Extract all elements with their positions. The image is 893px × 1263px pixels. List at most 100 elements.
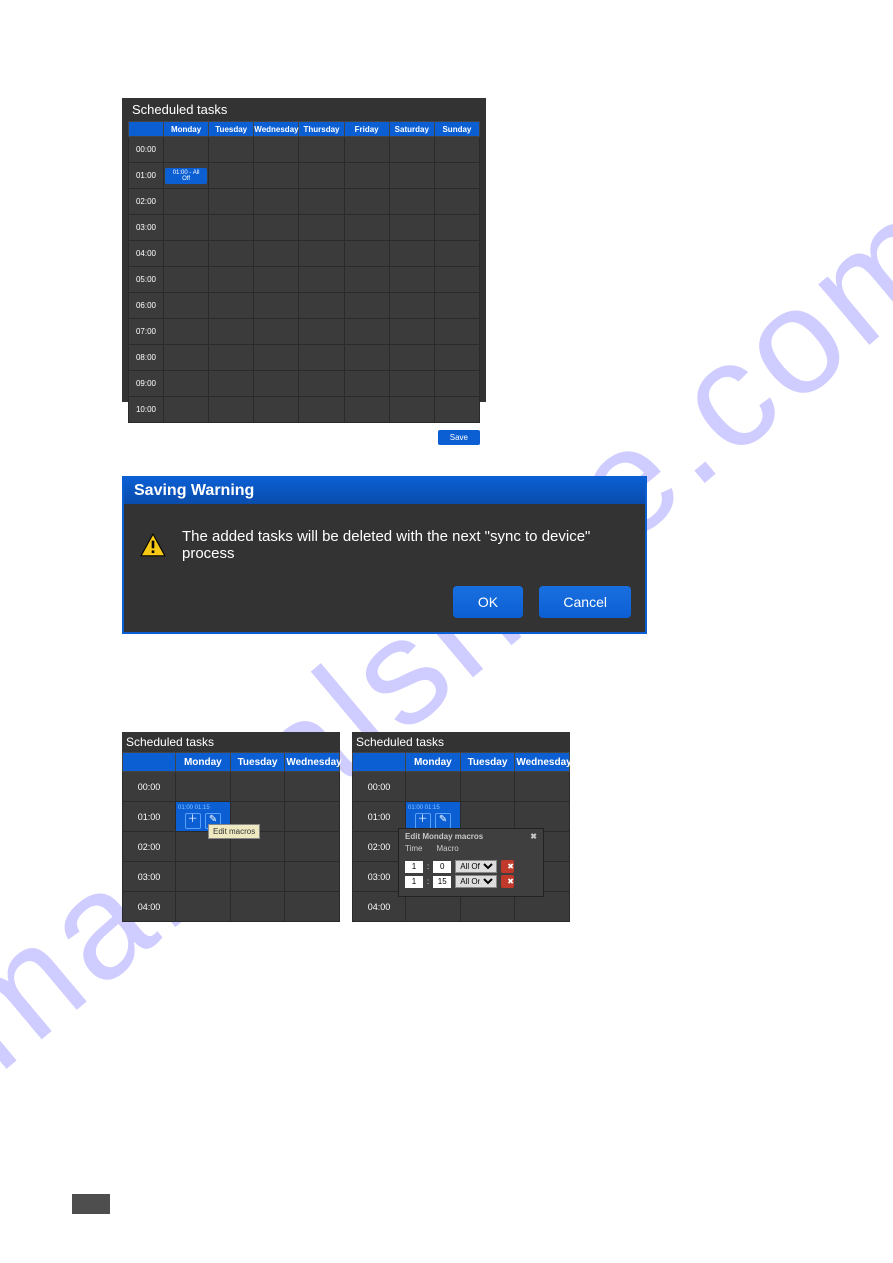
schedule-cell[interactable] bbox=[434, 397, 479, 423]
schedule-cell[interactable] bbox=[299, 397, 344, 423]
macro-select[interactable]: All Off bbox=[455, 860, 497, 873]
schedule-cell[interactable] bbox=[164, 189, 209, 215]
schedule-cell[interactable] bbox=[344, 215, 389, 241]
schedule-cell[interactable] bbox=[434, 215, 479, 241]
schedule-cell[interactable] bbox=[460, 802, 515, 832]
schedule-cell[interactable] bbox=[164, 293, 209, 319]
schedule-cell[interactable] bbox=[344, 397, 389, 423]
schedule-cell[interactable] bbox=[209, 267, 254, 293]
hour-input[interactable] bbox=[405, 861, 423, 873]
schedule-cell[interactable] bbox=[254, 267, 299, 293]
schedule-cell[interactable] bbox=[299, 267, 344, 293]
schedule-cell[interactable] bbox=[164, 397, 209, 423]
schedule-cell[interactable] bbox=[176, 892, 231, 922]
schedule-cell[interactable] bbox=[254, 163, 299, 189]
schedule-cell[interactable] bbox=[389, 397, 434, 423]
schedule-cell[interactable] bbox=[389, 345, 434, 371]
schedule-cell[interactable] bbox=[344, 345, 389, 371]
schedule-cell[interactable] bbox=[344, 319, 389, 345]
minute-input[interactable] bbox=[433, 876, 451, 888]
save-button[interactable]: Save bbox=[438, 430, 480, 445]
schedule-cell[interactable] bbox=[254, 241, 299, 267]
schedule-cell[interactable] bbox=[389, 319, 434, 345]
schedule-cell[interactable] bbox=[299, 137, 344, 163]
schedule-cell[interactable] bbox=[254, 293, 299, 319]
schedule-cell[interactable] bbox=[299, 319, 344, 345]
close-icon[interactable]: ✖ bbox=[530, 832, 537, 841]
schedule-cell[interactable] bbox=[389, 371, 434, 397]
schedule-cell[interactable] bbox=[254, 345, 299, 371]
schedule-cell[interactable] bbox=[434, 163, 479, 189]
schedule-cell[interactable] bbox=[344, 293, 389, 319]
schedule-cell[interactable] bbox=[254, 137, 299, 163]
schedule-cell[interactable] bbox=[299, 345, 344, 371]
schedule-cell[interactable] bbox=[389, 215, 434, 241]
schedule-cell[interactable] bbox=[285, 802, 340, 832]
delete-row-icon[interactable]: ✖ bbox=[501, 875, 514, 888]
schedule-cell[interactable] bbox=[434, 241, 479, 267]
schedule-cell[interactable] bbox=[176, 862, 231, 892]
schedule-cell[interactable] bbox=[389, 189, 434, 215]
schedule-cell[interactable] bbox=[389, 137, 434, 163]
schedule-cell[interactable] bbox=[285, 772, 340, 802]
schedule-cell[interactable] bbox=[230, 862, 285, 892]
schedule-cell[interactable] bbox=[434, 293, 479, 319]
schedule-cell[interactable] bbox=[254, 215, 299, 241]
task-cell-active[interactable]: 01:00 01:15 ＋ ✎ bbox=[406, 802, 461, 832]
schedule-cell[interactable] bbox=[460, 772, 515, 802]
schedule-cell[interactable] bbox=[299, 371, 344, 397]
schedule-cell[interactable] bbox=[209, 163, 254, 189]
schedule-cell[interactable] bbox=[209, 215, 254, 241]
schedule-cell[interactable] bbox=[434, 371, 479, 397]
schedule-cell[interactable] bbox=[344, 137, 389, 163]
schedule-cell[interactable] bbox=[285, 832, 340, 862]
task-event[interactable]: 01:00 - All Off bbox=[165, 168, 207, 184]
schedule-cell[interactable] bbox=[389, 293, 434, 319]
schedule-cell[interactable] bbox=[515, 772, 570, 802]
schedule-cell[interactable] bbox=[299, 241, 344, 267]
schedule-cell[interactable] bbox=[209, 189, 254, 215]
schedule-cell[interactable] bbox=[164, 267, 209, 293]
schedule-cell[interactable] bbox=[164, 241, 209, 267]
schedule-cell[interactable] bbox=[254, 397, 299, 423]
schedule-cell[interactable] bbox=[164, 345, 209, 371]
schedule-cell[interactable] bbox=[230, 772, 285, 802]
schedule-cell[interactable] bbox=[209, 397, 254, 423]
schedule-cell[interactable] bbox=[389, 267, 434, 293]
schedule-cell[interactable] bbox=[344, 267, 389, 293]
schedule-cell[interactable] bbox=[254, 371, 299, 397]
schedule-cell[interactable] bbox=[209, 345, 254, 371]
schedule-cell[interactable] bbox=[344, 241, 389, 267]
schedule-cell[interactable] bbox=[434, 345, 479, 371]
schedule-cell[interactable] bbox=[209, 371, 254, 397]
schedule-cell[interactable] bbox=[285, 862, 340, 892]
delete-row-icon[interactable]: ✖ bbox=[501, 860, 514, 873]
minute-input[interactable] bbox=[433, 861, 451, 873]
schedule-cell[interactable] bbox=[209, 137, 254, 163]
schedule-cell[interactable] bbox=[389, 241, 434, 267]
schedule-cell[interactable] bbox=[344, 189, 389, 215]
schedule-cell[interactable] bbox=[164, 319, 209, 345]
schedule-cell[interactable] bbox=[164, 137, 209, 163]
schedule-cell[interactable] bbox=[299, 215, 344, 241]
schedule-cell[interactable] bbox=[406, 772, 461, 802]
schedule-cell[interactable] bbox=[209, 241, 254, 267]
schedule-cell[interactable] bbox=[515, 802, 570, 832]
ok-button[interactable]: OK bbox=[453, 586, 523, 618]
schedule-cell[interactable] bbox=[434, 267, 479, 293]
add-task-icon[interactable]: ＋ bbox=[415, 813, 431, 829]
schedule-cell[interactable] bbox=[299, 189, 344, 215]
macro-select[interactable]: All On bbox=[455, 875, 497, 888]
hour-input[interactable] bbox=[405, 876, 423, 888]
schedule-cell[interactable] bbox=[254, 319, 299, 345]
schedule-cell[interactable] bbox=[209, 293, 254, 319]
schedule-cell[interactable] bbox=[254, 189, 299, 215]
schedule-cell[interactable] bbox=[299, 293, 344, 319]
schedule-cell[interactable] bbox=[434, 137, 479, 163]
schedule-cell[interactable] bbox=[164, 371, 209, 397]
schedule-cell[interactable] bbox=[164, 215, 209, 241]
schedule-cell[interactable] bbox=[389, 163, 434, 189]
schedule-cell[interactable] bbox=[344, 371, 389, 397]
cancel-button[interactable]: Cancel bbox=[539, 586, 631, 618]
schedule-cell[interactable] bbox=[230, 892, 285, 922]
